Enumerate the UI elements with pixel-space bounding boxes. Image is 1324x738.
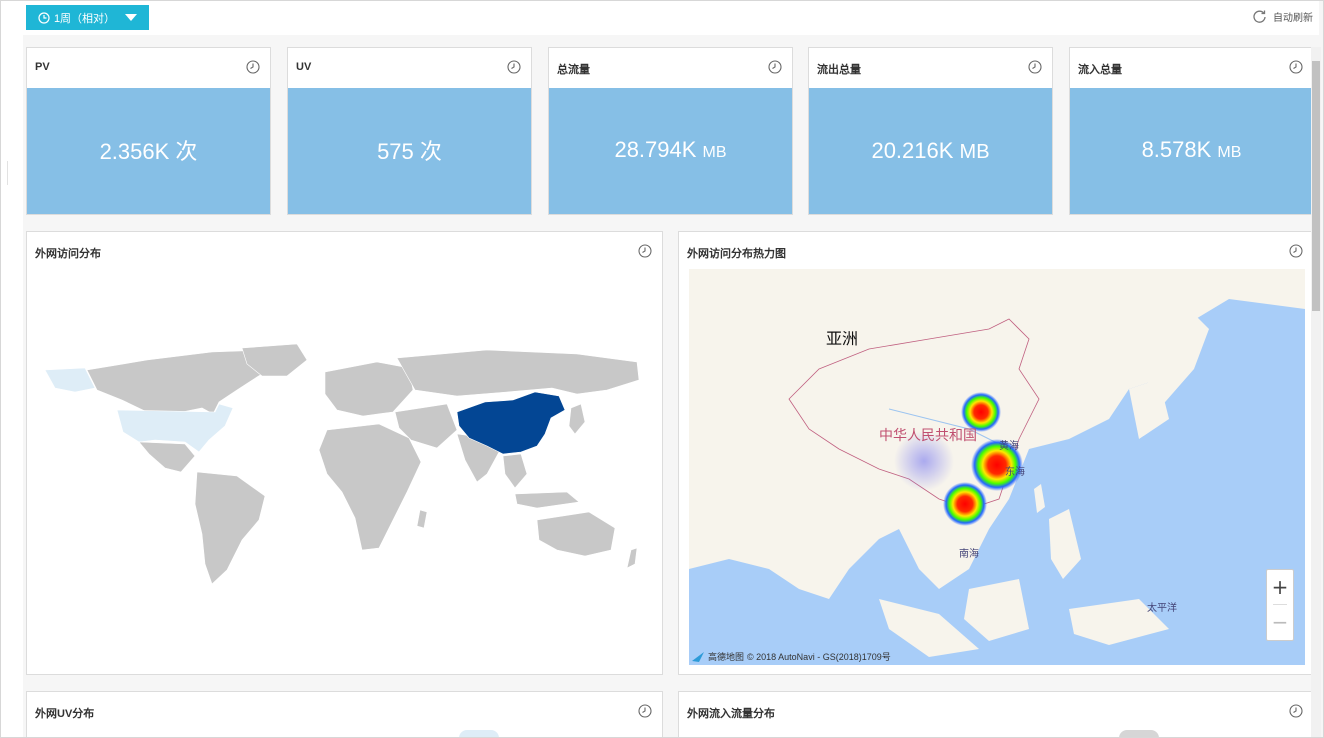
kpi-value-box: 8.578K MB: [1070, 88, 1313, 214]
kpi-card-total-traffic: 总流量 28.794K MB: [548, 47, 793, 215]
kpi-value-box: 20.216K MB: [809, 88, 1052, 214]
toolbar: 1周（相对） 自动刷新: [23, 1, 1319, 35]
page-scrollbar[interactable]: [1311, 47, 1321, 737]
heatmap-canvas: [689, 269, 1305, 657]
map-logo-icon: [692, 651, 704, 662]
region-south-america[interactable]: [194, 471, 266, 585]
region-japan[interactable]: [568, 403, 586, 435]
map-land: [689, 269, 1305, 599]
world-map-panel: 外网访问分布: [26, 231, 663, 675]
map-taiwan: [1034, 484, 1045, 513]
clock-icon[interactable]: [507, 60, 521, 74]
region-mexico[interactable]: [138, 441, 196, 473]
label-yellow-sea: 黄海: [999, 441, 1019, 452]
zoom-control: + −: [1266, 569, 1294, 641]
attribution-brand: 高德地图: [708, 652, 745, 662]
kpi-value-box: 575 次: [288, 88, 531, 214]
zoom-out-button[interactable]: −: [1267, 605, 1293, 639]
clock-icon[interactable]: [1289, 244, 1303, 258]
scrollbar-thumb[interactable]: [1312, 61, 1320, 311]
label-pacific: 太平洋: [1147, 603, 1177, 614]
kpi-title: 总流量: [557, 64, 590, 76]
kpi-title: UV: [296, 61, 312, 73]
region-indonesia[interactable]: [514, 491, 580, 509]
label-east-sea: 东海: [1005, 467, 1025, 478]
kpi-card-outflow: 流出总量 20.216K MB: [808, 47, 1053, 215]
clock-icon[interactable]: [246, 60, 260, 74]
auto-refresh-button[interactable]: 自动刷新: [1252, 9, 1313, 24]
region-madagascar[interactable]: [416, 509, 428, 529]
map-attribution: 高德地图 © 2018 AutoNavi - GS(2018)1709号: [691, 650, 891, 663]
kpi-value-box: 2.356K 次: [27, 88, 270, 214]
refresh-icon: [1253, 10, 1266, 23]
map-borneo: [964, 579, 1029, 641]
label-asia: 亚洲: [826, 331, 859, 348]
attribution-text: © 2018 AutoNavi - GS(2018)1709号: [747, 652, 891, 662]
panel-title: 外网流入流量分布: [687, 708, 775, 720]
kpi-card-pv: PV 2.356K 次: [26, 47, 271, 215]
clock-icon[interactable]: [638, 244, 652, 258]
chevron-down-icon: [125, 14, 138, 21]
kpi-title: PV: [35, 61, 50, 73]
map-preview: [459, 730, 499, 737]
heatmap-panel: 外网访问分布热力图 亚洲 中华人民共和国 黄海 东海 南海 太平洋 + − 高德…: [678, 231, 1314, 675]
world-choropleth[interactable]: [37, 342, 647, 592]
panel-title: 外网访问分布热力图: [687, 248, 786, 260]
kpi-value: 575: [377, 138, 414, 164]
dashboard-frame: 1周（相对） 自动刷新 PV 2.356K 次 UV 575 次 总流量 28.…: [0, 0, 1324, 738]
map-indonesia: [879, 599, 979, 657]
kpi-unit: 次: [175, 138, 198, 164]
uv-distribution-panel: 外网UV分布: [26, 691, 663, 737]
inflow-distribution-panel: 外网流入流量分布: [678, 691, 1314, 737]
region-southeast-asia[interactable]: [502, 453, 528, 489]
auto-refresh-label: 自动刷新: [1273, 13, 1313, 24]
clock-icon[interactable]: [1289, 704, 1303, 718]
clock-icon[interactable]: [768, 60, 782, 74]
region-africa[interactable]: [318, 423, 422, 551]
time-range-label: 1周（相对）: [53, 12, 116, 25]
clock-icon: [38, 11, 50, 24]
panel-title: 外网访问分布: [35, 248, 101, 260]
kpi-title: 流入总量: [1078, 64, 1122, 76]
map-preview: [1119, 730, 1159, 737]
region-russia[interactable]: [396, 349, 640, 397]
region-europe[interactable]: [324, 361, 414, 417]
kpi-value: 8.578K: [1141, 137, 1212, 162]
label-south-sea: 南海: [959, 549, 979, 560]
zoom-in-button[interactable]: +: [1267, 570, 1293, 604]
map-philippines: [1049, 509, 1081, 579]
time-range-dropdown[interactable]: 1周（相对）: [26, 5, 149, 30]
left-edge: [1, 1, 23, 737]
region-australia[interactable]: [536, 511, 616, 557]
kpi-value: 2.356K: [99, 138, 170, 164]
clock-icon[interactable]: [1289, 60, 1303, 74]
kpi-unit: MB: [702, 144, 727, 161]
kpi-value: 20.216K: [871, 137, 954, 163]
collapse-handle[interactable]: [1, 161, 8, 185]
kpi-value-box: 28.794K MB: [549, 88, 792, 214]
kpi-unit: MB: [959, 140, 990, 163]
kpi-value: 28.794K: [614, 137, 697, 162]
label-china: 中华人民共和国: [879, 427, 977, 443]
heatmap-map[interactable]: 亚洲 中华人民共和国 黄海 东海 南海 太平洋 + − 高德地图 © 2018 …: [689, 269, 1305, 665]
region-new-zealand[interactable]: [626, 547, 638, 569]
kpi-card-inflow: 流入总量 8.578K MB: [1069, 47, 1314, 215]
kpi-unit: MB: [1217, 144, 1242, 161]
heat-spot-guangzhou: [943, 482, 987, 526]
kpi-title: 流出总量: [817, 64, 861, 76]
clock-icon[interactable]: [638, 704, 652, 718]
kpi-unit: 次: [419, 138, 442, 164]
clock-icon[interactable]: [1028, 60, 1042, 74]
panel-title: 外网UV分布: [35, 708, 95, 720]
kpi-card-uv: UV 575 次: [287, 47, 532, 215]
